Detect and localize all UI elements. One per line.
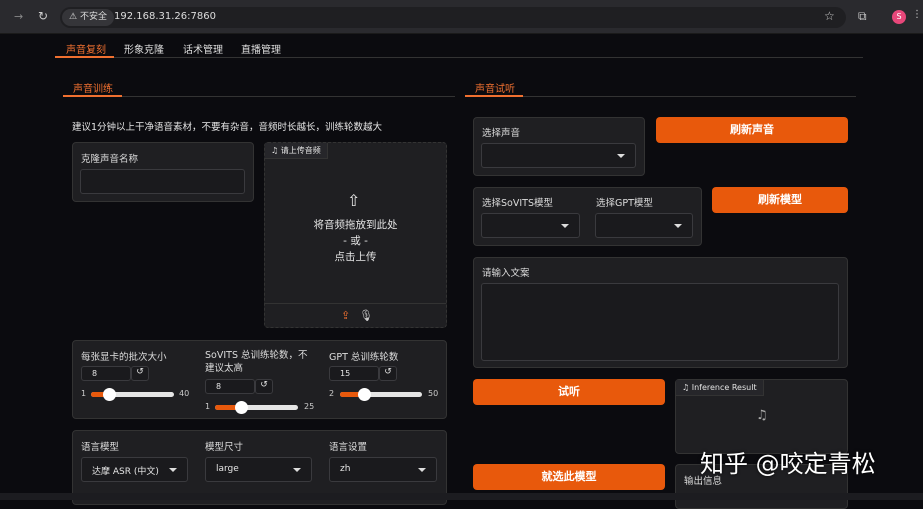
model-size-value: large <box>216 464 239 474</box>
model-select-panel: 选择SoVITS模型 选择GPT模型 <box>473 187 702 246</box>
upload-label-text: 请上传音频 <box>280 146 321 155</box>
batch-size-label: 每张显卡的批次大小 <box>81 352 167 363</box>
model-size-select[interactable]: large <box>205 457 312 482</box>
gpt-epochs-slider[interactable] <box>340 388 422 401</box>
upload-label: ♫ 请上传音频 <box>265 143 328 159</box>
listen-button[interactable]: 试听 <box>473 379 665 405</box>
sovits-epochs-input[interactable]: 8 <box>205 379 255 394</box>
hint-text: 建议1分钟以上干净语音素材，不要有杂音，音频时长越长，训练轮数越大 <box>72 122 383 133</box>
section-title-train: 声音训练 <box>73 84 113 95</box>
section-indicator <box>63 95 122 97</box>
music-icon: ♫ <box>756 408 768 423</box>
gpt-model-select[interactable] <box>595 213 693 238</box>
browser-toolbar: → ↻ ⚠ 不安全 192.168.31.26:7860 ☆ ⧉ S ⋮ <box>0 0 923 34</box>
result-label: ♫ Inference Result <box>676 380 764 396</box>
chevron-down-icon <box>617 154 625 158</box>
lang-model-select[interactable]: 达摩 ASR (中文) <box>81 457 188 482</box>
menu-icon[interactable]: ⋮ <box>912 9 922 20</box>
text-input-label: 请输入文案 <box>482 268 530 279</box>
refresh-voice-button[interactable]: 刷新声音 <box>656 117 848 143</box>
tab-voice-clone[interactable]: 声音复刻 <box>66 41 106 56</box>
clone-name-label: 克隆声音名称 <box>81 154 139 165</box>
gpt-epochs-input[interactable]: 15 <box>329 366 379 381</box>
divider <box>265 303 446 304</box>
select-voice-label: 选择声音 <box>482 128 521 139</box>
language-label: 语言设置 <box>329 442 368 453</box>
gpt-min: 2 <box>329 389 335 398</box>
sovits-model-label: 选择SoVITS模型 <box>482 198 553 209</box>
sovits-model-select[interactable] <box>481 213 580 238</box>
reset-icon[interactable]: ↺ <box>131 366 149 381</box>
language-select[interactable]: zh <box>329 457 437 482</box>
choose-model-button[interactable]: 就选此模型 <box>473 464 665 490</box>
result-label-text: Inference Result <box>691 383 757 392</box>
chevron-down-icon <box>169 468 177 472</box>
batch-size-slider[interactable] <box>91 388 174 401</box>
extensions-icon[interactable]: ⧉ <box>858 9 867 24</box>
clone-name-input[interactable] <box>80 169 245 194</box>
chevron-down-icon <box>674 224 682 228</box>
model-size-label: 模型尺寸 <box>205 442 244 453</box>
reload-icon[interactable]: ↻ <box>38 9 48 23</box>
tab-divider <box>55 57 863 58</box>
lang-model-label: 语言模型 <box>81 442 120 453</box>
gpt-epochs-label: GPT 总训练轮数 <box>329 352 399 363</box>
training-params-panel: 每张显卡的批次大小 8 ↺ 1 40 SoVITS 总训练轮数，不建议太高 8 … <box>72 340 447 419</box>
batch-max: 40 <box>179 389 190 398</box>
voice-select-panel: 选择声音 <box>473 117 645 176</box>
bottom-bar <box>0 493 923 500</box>
microphone-icon[interactable]: 🎙 <box>359 309 373 322</box>
tab-indicator <box>55 56 114 58</box>
watermark: 知乎 @咬定青松 <box>700 450 876 478</box>
section-indicator <box>465 95 523 97</box>
drop-text: 将音频拖放到此处 <box>313 219 398 231</box>
star-icon[interactable]: ☆ <box>824 9 835 23</box>
avatar[interactable]: S <box>892 10 906 24</box>
tab-avatar-clone[interactable]: 形象克隆 <box>124 41 164 56</box>
chevron-down-icon <box>418 468 426 472</box>
divider <box>465 96 856 97</box>
security-text: 不安全 <box>79 12 107 22</box>
tab-live-manage[interactable]: 直播管理 <box>241 41 281 56</box>
text-input[interactable] <box>481 283 839 361</box>
reset-icon[interactable]: ↺ <box>255 379 273 394</box>
upload-icon: ⇧ <box>347 191 361 210</box>
lang-model-value: 达摩 ASR (中文) <box>92 467 159 477</box>
or-text: - 或 - <box>343 235 368 247</box>
gpt-model-label: 选择GPT模型 <box>596 198 653 209</box>
security-badge[interactable]: ⚠ 不安全 <box>62 9 114 26</box>
click-upload-text: 点击上传 <box>334 251 377 263</box>
language-value: zh <box>340 464 351 474</box>
gpt-max: 50 <box>428 389 439 398</box>
text-input-panel: 请输入文案 <box>473 257 848 368</box>
clone-name-panel: 克隆声音名称 <box>72 142 254 202</box>
audio-upload[interactable]: ♫ 请上传音频 ⇧ 将音频拖放到此处 - 或 - 点击上传 ⇪ 🎙 <box>264 142 447 328</box>
batch-min: 1 <box>81 389 87 398</box>
sovits-min: 1 <box>205 402 211 411</box>
chevron-down-icon <box>293 468 301 472</box>
inference-result-panel: ♫ Inference Result ♫ <box>675 379 848 454</box>
sovits-epochs-label: SoVITS 总训练轮数，不建议太高 <box>205 350 308 374</box>
batch-size-input[interactable]: 8 <box>81 366 131 381</box>
section-title-listen: 声音试听 <box>475 84 515 95</box>
sovits-max: 25 <box>304 402 315 411</box>
tab-script-manage[interactable]: 话术管理 <box>183 41 223 56</box>
reset-icon[interactable]: ↺ <box>379 366 397 381</box>
refresh-model-button[interactable]: 刷新模型 <box>712 187 848 213</box>
sovits-epochs-slider[interactable] <box>215 401 298 414</box>
upload-file-icon[interactable]: ⇪ <box>341 309 350 322</box>
forward-icon[interactable]: → <box>14 10 23 23</box>
url-text[interactable]: 192.168.31.26:7860 <box>114 11 216 22</box>
chevron-down-icon <box>561 224 569 228</box>
voice-select[interactable] <box>481 143 636 168</box>
